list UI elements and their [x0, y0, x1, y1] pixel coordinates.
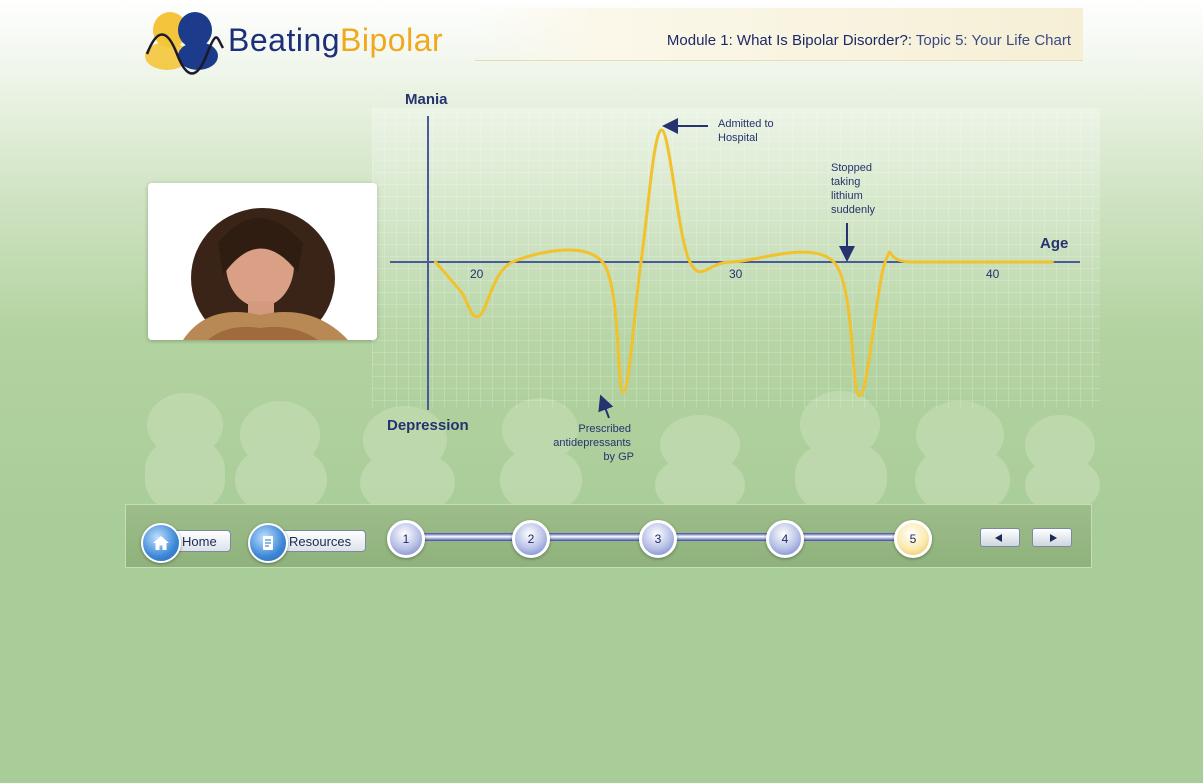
- chart-grid: [372, 108, 1100, 408]
- step-5-button[interactable]: 5: [894, 520, 932, 558]
- y-axis-bottom-label: Depression: [387, 417, 469, 434]
- previous-button[interactable]: [980, 528, 1020, 547]
- document-icon[interactable]: [248, 523, 288, 563]
- mood-point-13: [909, 261, 912, 263]
- mood-point-11: [858, 395, 861, 397]
- life-chart: Mania Depression Age 20 30 40 Admitted t…: [372, 91, 1100, 463]
- step-1-button[interactable]: 1: [387, 520, 425, 558]
- progress-track: [422, 533, 932, 541]
- tick-label-20: 20: [470, 267, 484, 281]
- annotation-antidepressants-line3: by GP: [603, 451, 634, 463]
- mood-point-14: [1051, 261, 1054, 263]
- resources-button[interactable]: Resources: [248, 523, 368, 563]
- annotation-lithium-line4: suddenly: [831, 204, 876, 216]
- home-icon[interactable]: [141, 523, 181, 563]
- logo: BeatingBipolar: [145, 8, 465, 78]
- logo-heads-icon: [145, 12, 225, 75]
- step-3-button[interactable]: 3: [639, 520, 677, 558]
- mood-point-8: [688, 261, 691, 263]
- home-icon-glyph: [153, 536, 169, 550]
- mood-point-3: [511, 261, 514, 263]
- mood-point-2: [478, 315, 481, 317]
- document-icon-glyph: [263, 536, 273, 550]
- mood-point-0: [434, 261, 437, 263]
- logo-text-part2: Bipolar: [340, 22, 444, 58]
- presenter-video[interactable]: [148, 183, 377, 340]
- step-4-button[interactable]: 4: [766, 520, 804, 558]
- logo-text: BeatingBipolar: [228, 22, 443, 59]
- annotation-lithium-line3: lithium: [831, 190, 863, 202]
- mood-point-7: [660, 129, 663, 131]
- mood-point-9: [730, 261, 732, 263]
- home-button[interactable]: Home: [141, 523, 233, 563]
- mood-point-10: [832, 261, 835, 263]
- annotation-hospital-line1: Admitted to: [718, 118, 774, 130]
- presenter-image: [148, 183, 377, 340]
- next-button[interactable]: [1032, 528, 1072, 547]
- topic-label: Topic 5: Your Life Chart: [912, 32, 1071, 49]
- navigation-bar: Home Resources 1 2 3 4 5: [125, 504, 1092, 568]
- mood-point-5: [622, 391, 625, 393]
- mood-point-4: [601, 261, 604, 263]
- annotation-antidepressants-line2: antidepressants: [553, 437, 631, 449]
- x-axis-label: Age: [1040, 235, 1068, 252]
- annotation-lithium-line2: taking: [831, 176, 860, 188]
- tick-label-30: 30: [729, 267, 743, 281]
- module-label: Module 1: What Is Bipolar Disorder?:: [666, 32, 912, 49]
- mood-point-1: [460, 291, 463, 293]
- annotation-hospital-line2: Hospital: [718, 132, 758, 144]
- arrow-left-icon: [995, 533, 1002, 542]
- arrow-right-icon: [1050, 533, 1057, 542]
- mood-point-12: [884, 261, 887, 263]
- tick-label-40: 40: [986, 267, 1000, 281]
- annotation-lithium-line1: Stopped: [831, 162, 872, 174]
- annotation-antidepressants-line1: Prescribed: [578, 423, 631, 435]
- module-title: Module 1: What Is Bipolar Disorder?: Top…: [667, 32, 1071, 49]
- step-2-button[interactable]: 2: [512, 520, 550, 558]
- y-axis-top-label: Mania: [405, 91, 448, 108]
- annotation-antidepressants: Prescribed antidepressants by GP: [553, 423, 634, 463]
- mood-point-6: [640, 261, 642, 263]
- logo-text-part1: Beating: [228, 22, 341, 58]
